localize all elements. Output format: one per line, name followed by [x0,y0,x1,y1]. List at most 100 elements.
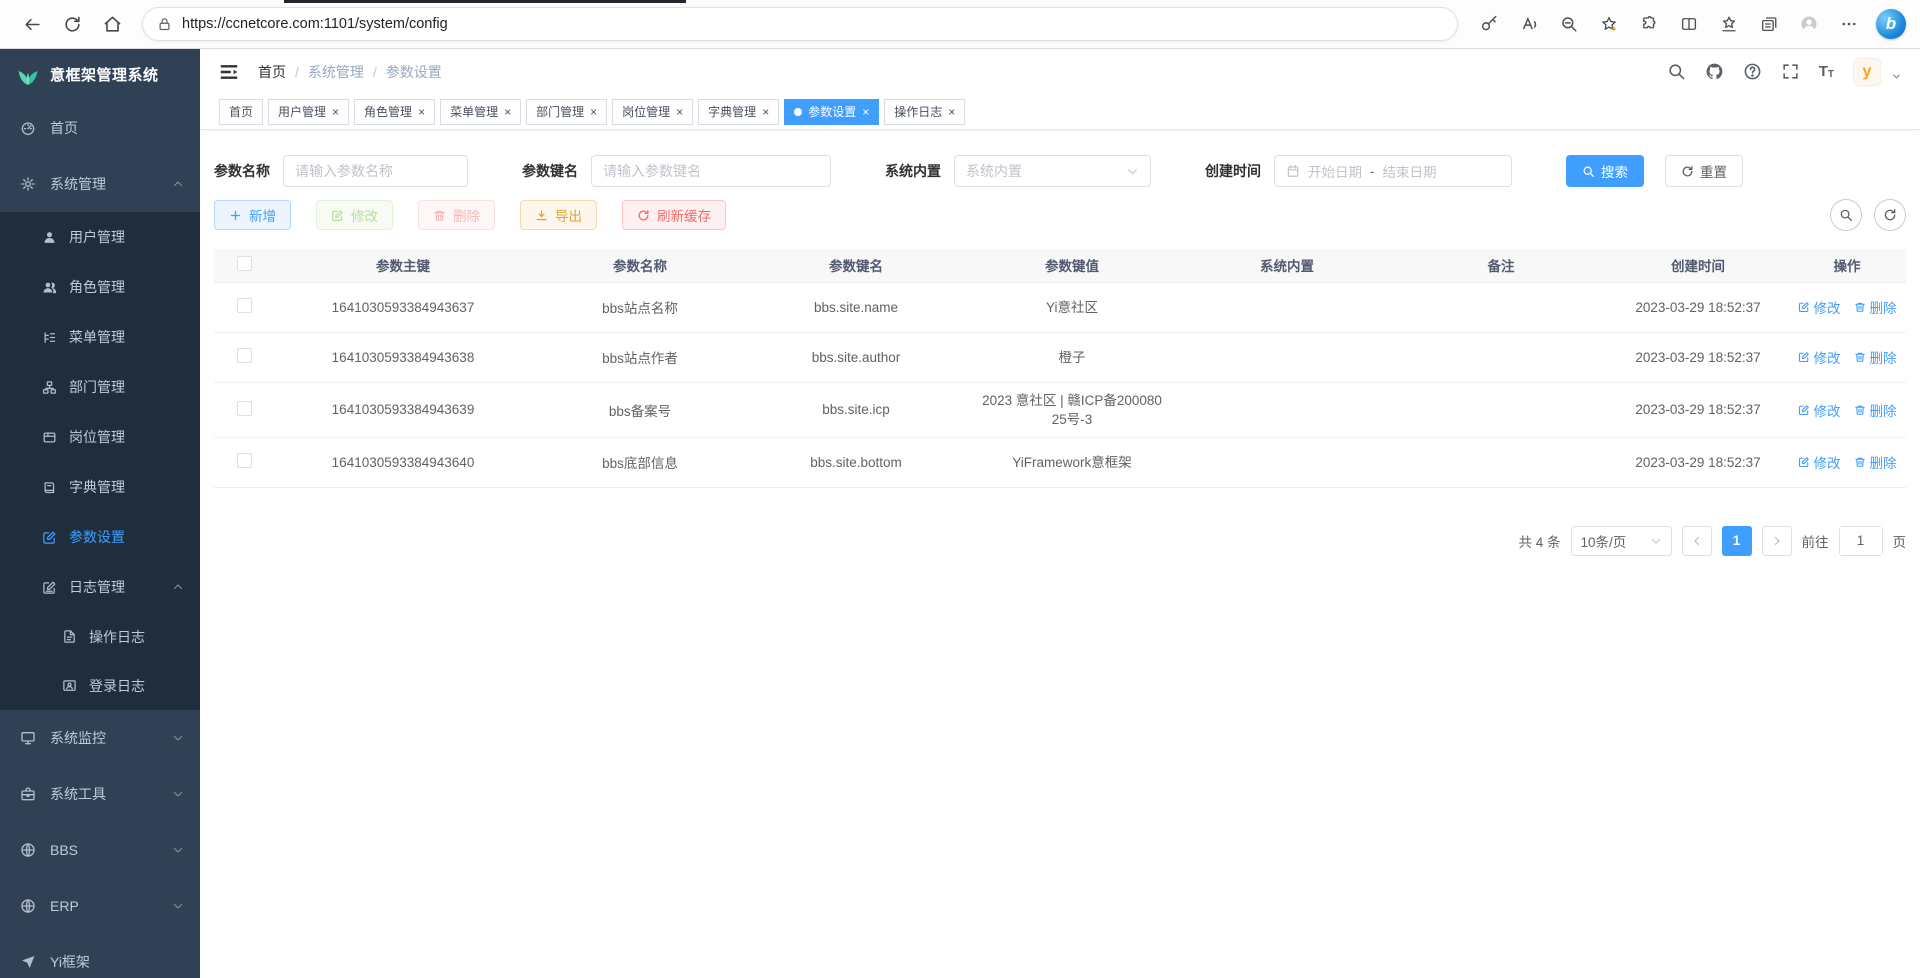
tab-label: 部门管理 [536,103,584,120]
row-edit-button[interactable]: 修改 [1798,347,1841,367]
close-tab-icon[interactable]: × [590,106,597,118]
user-avatar[interactable]: y [1853,58,1881,86]
header-search-icon[interactable] [1667,62,1686,81]
sidebar-item[interactable]: 角色管理 [0,262,200,312]
refresh-table-button[interactable] [1874,199,1906,231]
date-range-picker[interactable]: 开始日期 - 结束日期 [1274,155,1512,187]
sidebar-item-label: 菜单管理 [69,327,125,347]
tab-active[interactable]: 参数设置× [784,99,879,125]
read-aloud-icon[interactable] [1512,7,1546,41]
row-delete-button[interactable]: 删除 [1854,452,1897,472]
tab-item[interactable]: 操作日志× [884,99,965,125]
browser-menu-icon[interactable] [1832,7,1866,41]
row-delete-button[interactable]: 删除 [1854,347,1897,367]
tab-item[interactable]: 首页 [219,99,263,125]
sidebar-item[interactable]: 操作日志 [0,612,200,661]
tab-item[interactable]: 角色管理× [354,99,435,125]
tab-item[interactable]: 字典管理× [698,99,779,125]
extensions-icon[interactable] [1632,7,1666,41]
page-number-button[interactable]: 1 [1722,526,1752,556]
sidebar-item[interactable]: ERP [0,878,200,934]
browser-back-button[interactable] [14,6,50,42]
add-favorite-icon[interactable] [1592,7,1626,41]
sidebar-item[interactable]: 部门管理 [0,362,200,412]
app-logo[interactable]: 意框架管理系统 [0,49,200,100]
toggle-search-button[interactable] [1830,199,1862,231]
row-edit-button[interactable]: 修改 [1798,400,1841,420]
sidebar-item[interactable]: BBS [0,822,200,878]
filter-form: 参数名称 参数键名 系统内置 系统内置 创建时间 [214,155,1906,187]
刷新缓存-button[interactable]: 刷新缓存 [622,200,726,230]
collections-icon[interactable] [1752,7,1786,41]
close-tab-icon[interactable]: × [862,106,869,118]
row-checkbox[interactable] [237,298,252,313]
avatar-caret-icon[interactable] [1891,71,1902,82]
row-delete-button[interactable]: 删除 [1854,400,1897,420]
github-icon[interactable] [1705,62,1724,81]
新增-button[interactable]: 新增 [214,200,291,230]
tab-item[interactable]: 菜单管理× [440,99,521,125]
row-edit-button[interactable]: 修改 [1798,452,1841,472]
fullscreen-icon[interactable] [1781,62,1800,81]
close-tab-icon[interactable]: × [504,106,511,118]
font-size-icon[interactable]: TT [1819,63,1834,80]
sidebar-item[interactable]: 系统监控 [0,710,200,766]
page-unit: 页 [1893,531,1907,551]
row-checkbox[interactable] [237,401,252,416]
prev-page-button[interactable] [1682,526,1712,556]
zoom-out-icon[interactable] [1552,7,1586,41]
browser-home-button[interactable] [94,6,130,42]
favorites-bar-icon[interactable] [1712,7,1746,41]
close-tab-icon[interactable]: × [418,106,425,118]
browser-address-bar[interactable]: https://ccnetcore.com:1101/system/config [142,7,1458,41]
row-checkbox[interactable] [237,348,252,363]
search-button[interactable]: 搜索 [1566,155,1644,187]
tab-item[interactable]: 部门管理 × [526,99,607,125]
sidebar-item[interactable]: 岗位管理 [0,412,200,462]
tab-item[interactable]: 用户管理× [268,99,349,125]
goto-page-input[interactable] [1840,527,1882,555]
sidebar-item[interactable]: 用户管理 [0,212,200,262]
param-name-input[interactable] [295,163,456,179]
close-tab-icon[interactable]: × [948,106,955,118]
sidebar-item[interactable]: 参数设置 [0,512,200,562]
browser-profile-avatar[interactable] [1792,7,1826,41]
button-label: 新增 [249,205,276,225]
cell-created-time: 2023-03-29 18:52:37 [1608,382,1788,437]
next-page-button[interactable] [1762,526,1792,556]
breadcrumb-item[interactable]: 首页 [258,62,286,82]
sidebar-item[interactable]: 首页 [0,100,200,156]
sidebar-item[interactable]: 字典管理 [0,462,200,512]
close-tab-icon[interactable]: × [676,106,683,118]
row-checkbox[interactable] [237,453,252,468]
select-all-checkbox[interactable] [237,256,252,271]
row-delete-button[interactable]: 删除 [1854,297,1897,317]
bing-icon[interactable]: b [1876,9,1906,39]
sidebar-item[interactable]: 登录日志 [0,661,200,710]
help-icon[interactable] [1743,62,1762,81]
sidebar-fold-icon[interactable] [218,61,240,83]
close-tab-icon[interactable]: × [762,106,769,118]
导出-button[interactable]: 导出 [520,200,597,230]
breadcrumb: 首页/系统管理/参数设置 [258,62,442,82]
builtin-select[interactable]: 系统内置 [954,155,1151,187]
sidebar-item[interactable]: 日志管理 [0,562,200,612]
browser-refresh-button[interactable] [54,6,90,42]
page-size-select[interactable]: 10条/页 [1571,526,1672,556]
cell-param-id: 1641030593384943639 [274,382,532,437]
close-tab-icon[interactable]: × [332,106,339,118]
param-key-input[interactable] [603,163,819,179]
sidebar-item[interactable]: Yi框架 [0,934,200,978]
table-row: 1641030593384943640bbs底部信息bbs.site.botto… [214,437,1906,487]
password-key-icon[interactable] [1472,7,1506,41]
sidebar-item[interactable]: 菜单管理 [0,312,200,362]
tab-item[interactable]: 岗位管理× [612,99,693,125]
cell-param-key: bbs.site.bottom [748,437,964,487]
row-edit-button[interactable]: 修改 [1798,297,1841,317]
sidebar-item[interactable]: 系统工具 [0,766,200,822]
cell-actions: 修改删除 [1788,332,1906,382]
split-screen-icon[interactable] [1672,7,1706,41]
sidebar-item[interactable]: 系统管理 [0,156,200,212]
reset-button[interactable]: 重置 [1665,155,1743,187]
cell-builtin [1180,282,1394,332]
